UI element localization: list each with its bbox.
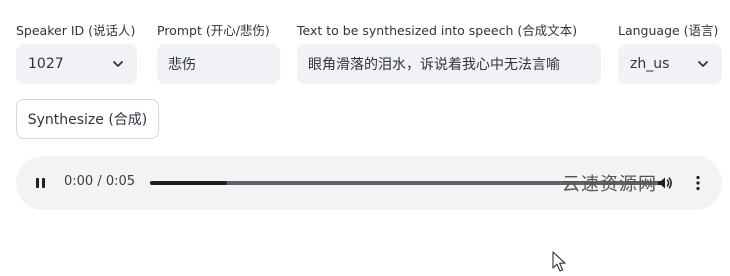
text-input[interactable]: 眼角滑落的泪水，诉说着我心中无法言喻 [297,44,601,84]
more-options-icon[interactable] [688,173,708,193]
chevron-down-icon [113,61,123,67]
language-select[interactable]: zh_us [618,44,722,84]
text-value: 眼角滑落的泪水，诉说着我心中无法言喻 [308,57,560,73]
prompt-input[interactable]: 悲伤 [157,44,280,84]
chevron-down-icon [698,61,708,67]
speaker-id-label: Speaker ID (说话人) [16,23,136,38]
synthesize-button-label: Synthesize (合成) [27,112,148,128]
synthesize-button[interactable]: Synthesize (合成) [16,99,159,139]
speaker-id-select[interactable]: 1027 [16,44,137,84]
prompt-value: 悲伤 [168,57,196,73]
audio-progress-fill [150,181,227,185]
mouse-cursor-icon [552,251,566,272]
volume-icon[interactable] [656,174,674,192]
prompt-label: Prompt (开心/悲伤) [157,23,270,38]
audio-time: 0:00 / 0:05 [64,174,136,189]
language-value: zh_us [630,56,670,72]
watermark: 云速资源网 [562,174,657,195]
text-label: Text to be synthesized into speech (合成文本… [297,23,578,38]
language-label: Language (语言) [618,23,719,38]
speaker-id-value: 1027 [28,56,64,72]
pause-button[interactable] [28,170,54,196]
